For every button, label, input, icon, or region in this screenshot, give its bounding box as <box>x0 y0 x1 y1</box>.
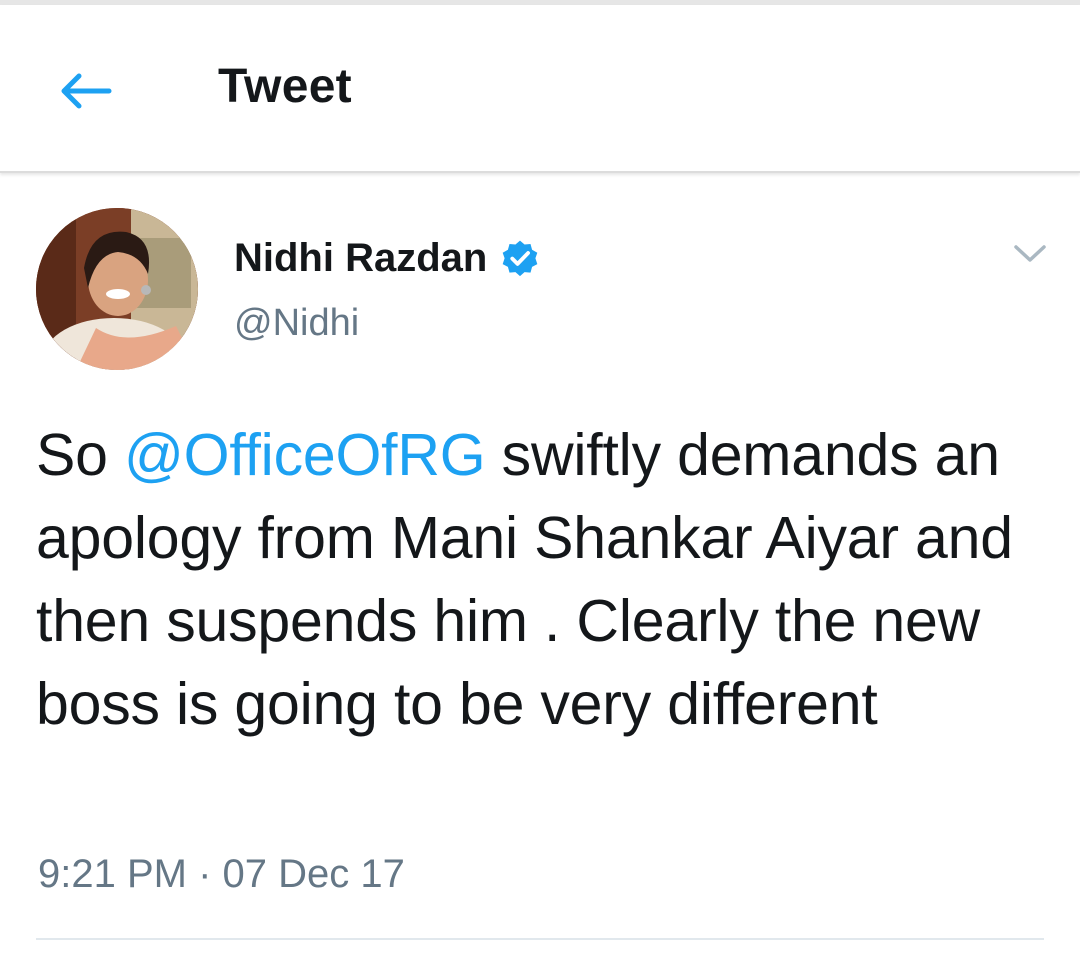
verified-badge-icon <box>503 240 538 276</box>
top-app-bar: Tweet <box>0 5 1080 173</box>
mention-link[interactable]: @OfficeOfRG <box>124 422 486 488</box>
arrow-left-icon <box>61 73 112 109</box>
divider <box>36 938 1044 940</box>
author-name: Nidhi Razdan <box>234 236 488 280</box>
avatar[interactable] <box>36 208 198 370</box>
tweet-menu-button[interactable] <box>1008 234 1052 274</box>
profile-photo <box>36 208 198 370</box>
tweet-text-prefix: So <box>36 422 124 488</box>
chevron-down-icon <box>1014 245 1046 262</box>
tweet-date: 07 Dec 17 <box>222 852 405 896</box>
author-name-row[interactable]: Nidhi Razdan <box>234 236 541 281</box>
tweet-text: So @OfficeOfRG swiftly demands an apolog… <box>36 414 1046 746</box>
author-handle[interactable]: @Nidhi <box>234 302 359 345</box>
tweet-timestamp: 9:21 PM · 07 Dec 17 <box>38 852 405 897</box>
tweet-time: 9:21 PM <box>38 852 187 896</box>
timestamp-separator: · <box>198 852 212 896</box>
page-title: Tweet <box>218 60 352 113</box>
back-button[interactable] <box>50 63 120 119</box>
